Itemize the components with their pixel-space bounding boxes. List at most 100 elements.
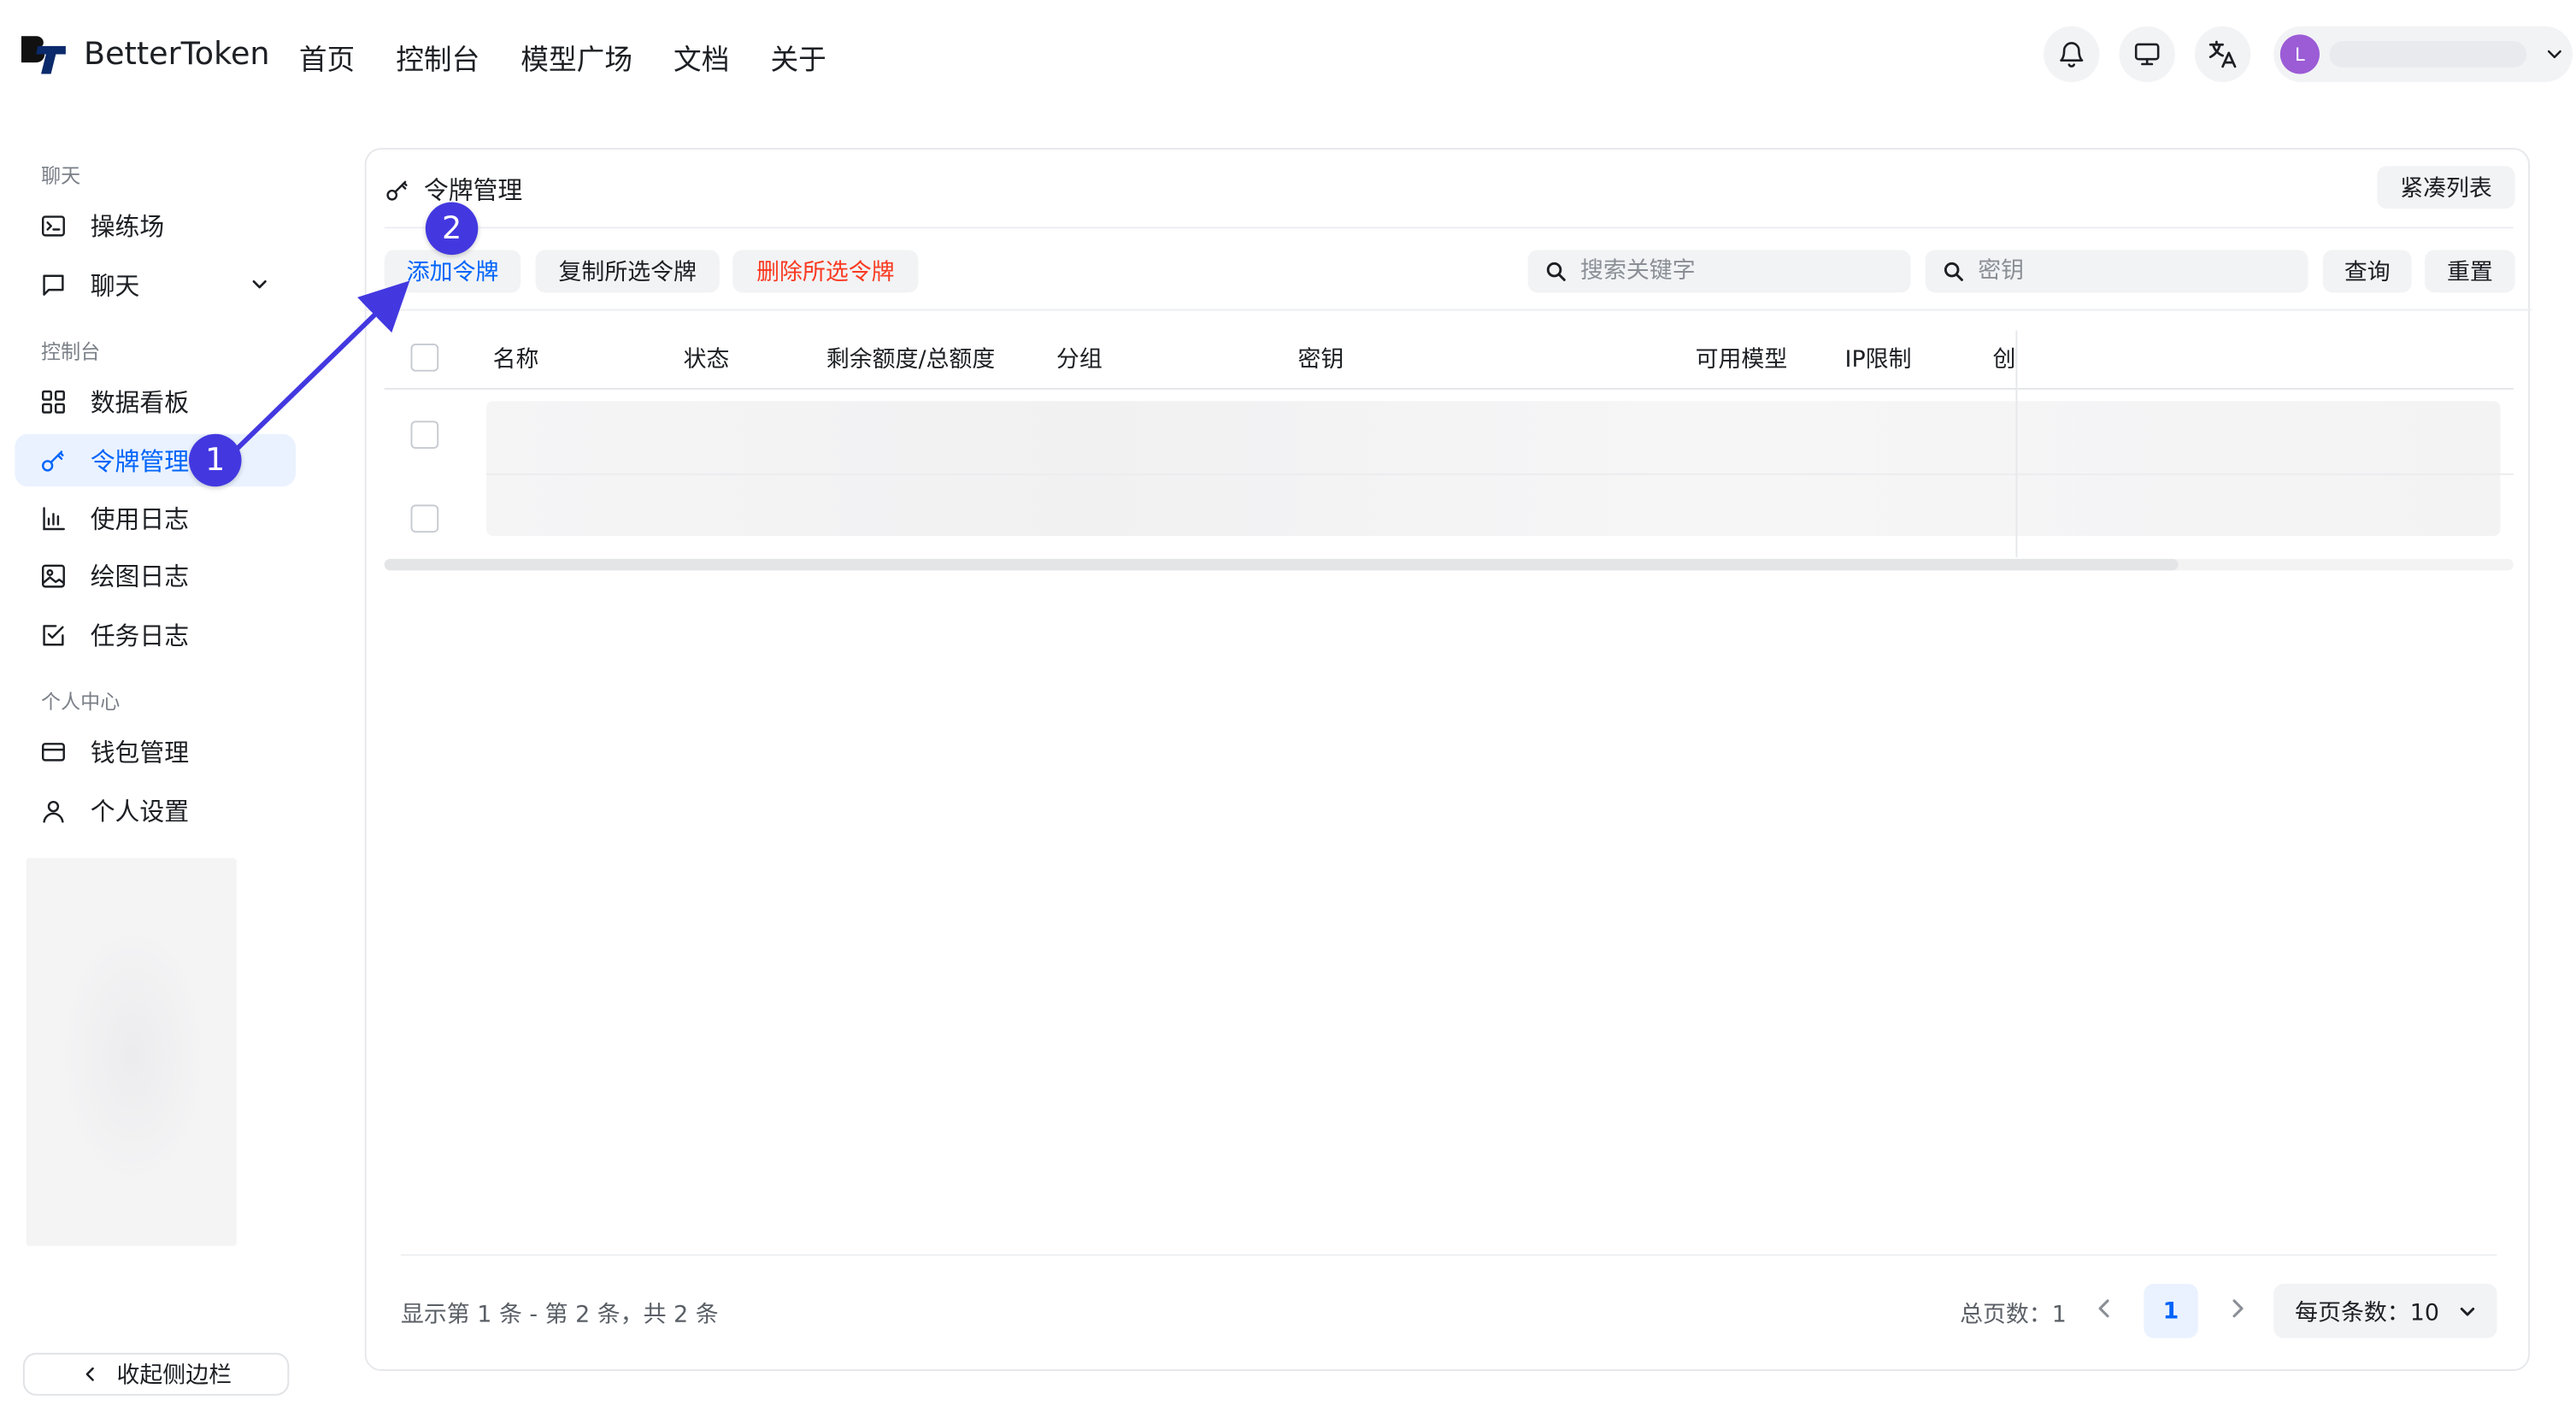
search-icon bbox=[1944, 262, 1963, 281]
nav-model-square[interactable]: 模型广场 bbox=[520, 36, 632, 77]
reset-button[interactable]: 重置 bbox=[2425, 250, 2515, 293]
collapse-sidebar-button[interactable]: 收起侧边栏 bbox=[22, 1352, 290, 1396]
task-icon bbox=[43, 625, 64, 646]
compact-list-button[interactable]: 紧凑列表 bbox=[2377, 166, 2515, 209]
sidebar-item-label: 绘图日志 bbox=[90, 561, 190, 591]
sidebar-item-task-log[interactable]: 任务日志 bbox=[15, 609, 296, 662]
fixed-column-divider bbox=[2015, 330, 2018, 557]
sidebar-item-chat[interactable]: 聊天 bbox=[15, 258, 296, 311]
sidebar-section-personal: 个人中心 bbox=[41, 690, 121, 714]
copy-selected-button[interactable]: 复制所选令牌 bbox=[535, 250, 720, 293]
sidebar-item-label: 令牌管理 bbox=[90, 446, 190, 476]
chevron-down-icon[interactable] bbox=[248, 273, 271, 296]
page-title: 令牌管理 bbox=[423, 175, 523, 206]
row-checkbox[interactable] bbox=[410, 421, 439, 450]
sidebar-item-settings[interactable]: 个人设置 bbox=[15, 784, 296, 837]
page-size-label: 每页条数：10 bbox=[2295, 1299, 2439, 1327]
divider bbox=[366, 309, 2532, 311]
monitor-icon bbox=[2134, 43, 2160, 66]
delete-selected-button[interactable]: 删除所选令牌 bbox=[732, 250, 919, 293]
sidebar-item-dashboard[interactable]: 数据看板 bbox=[15, 374, 296, 427]
nav-about[interactable]: 关于 bbox=[770, 36, 826, 77]
column-status[interactable]: 状态 bbox=[684, 342, 730, 374]
annotation-badge: 2 bbox=[425, 202, 479, 256]
chevron-left-icon bbox=[85, 1367, 94, 1381]
key-search-field[interactable] bbox=[1925, 250, 2308, 293]
avatar: L bbox=[2279, 34, 2320, 74]
sidebar-item-label: 操练场 bbox=[90, 211, 165, 241]
sidebar-item-token-management[interactable]: 令牌管理 bbox=[15, 433, 296, 487]
column-name[interactable]: 名称 bbox=[493, 342, 539, 374]
dashboard-icon bbox=[41, 390, 65, 414]
column-key[interactable]: 密钥 bbox=[1297, 342, 1344, 374]
sidebar-section-console: 控制台 bbox=[41, 340, 101, 364]
sidebar: 聊天 操练场 聊天 控制台 数据看板 令牌管理 使用日志 绘图日志 任务日志 个… bbox=[0, 109, 328, 1412]
pagination-info: 显示第 1 条 - 第 2 条，共 2 条 bbox=[400, 1302, 719, 1328]
scrollbar-thumb[interactable] bbox=[384, 558, 2179, 571]
language-button[interactable] bbox=[2194, 26, 2251, 83]
nav-docs[interactable]: 文档 bbox=[673, 36, 729, 77]
nav-home[interactable]: 首页 bbox=[299, 36, 355, 77]
key-icon bbox=[386, 179, 408, 200]
chevron-down-icon bbox=[2547, 50, 2561, 59]
sidebar-item-label: 任务日志 bbox=[90, 621, 190, 650]
username-redacted bbox=[2329, 41, 2527, 68]
page-size-select[interactable]: 每页条数：10 bbox=[2273, 1284, 2497, 1338]
column-group[interactable]: 分组 bbox=[1056, 342, 1103, 374]
notification-button[interactable] bbox=[2044, 26, 2100, 83]
column-created[interactable]: 创 bbox=[1993, 342, 2016, 374]
horizontal-scrollbar[interactable] bbox=[384, 558, 2514, 571]
top-header: BetterToken 首页 控制台 模型广场 文档 关于 L bbox=[0, 0, 2576, 109]
chevron-down-icon bbox=[2460, 1307, 2475, 1316]
sidebar-item-drawing-log[interactable]: 绘图日志 bbox=[15, 549, 296, 602]
page-1-button[interactable]: 1 bbox=[2144, 1284, 2198, 1338]
sidebar-item-usage-log[interactable]: 使用日志 bbox=[15, 491, 296, 544]
divider bbox=[400, 1254, 2497, 1256]
sidebar-item-label: 使用日志 bbox=[90, 503, 190, 534]
app-root: BetterToken 首页 控制台 模型广场 文档 关于 L 聊天 操练场 聊… bbox=[0, 0, 2576, 1412]
select-all-checkbox[interactable] bbox=[410, 343, 439, 372]
column-quota[interactable]: 剩余额度/总额度 bbox=[826, 342, 995, 374]
add-token-button[interactable]: 添加令牌 bbox=[384, 250, 521, 293]
bell-icon bbox=[2060, 42, 2084, 68]
column-models[interactable]: 可用模型 bbox=[1696, 342, 1788, 374]
sidebar-item-label: 数据看板 bbox=[90, 386, 190, 417]
keyword-search-input[interactable] bbox=[1580, 257, 1877, 285]
bar-chart-icon bbox=[43, 507, 65, 531]
sidebar-item-label: 聊天 bbox=[90, 270, 140, 300]
translate-icon bbox=[2208, 40, 2237, 68]
wallet-icon bbox=[41, 743, 65, 762]
sidebar-promo-image bbox=[26, 857, 237, 1246]
table-header: 名称 状态 剩余额度/总额度 分组 密钥 可用模型 IP限制 创 bbox=[384, 324, 2514, 390]
user-icon bbox=[43, 800, 64, 823]
sidebar-item-label: 钱包管理 bbox=[90, 737, 190, 768]
table-rows-redacted bbox=[485, 401, 2501, 536]
nav-console[interactable]: 控制台 bbox=[396, 36, 479, 77]
image-icon bbox=[41, 564, 65, 588]
collapse-sidebar-label: 收起侧边栏 bbox=[116, 1362, 232, 1390]
sidebar-item-wallet[interactable]: 钱包管理 bbox=[15, 725, 296, 778]
search-icon bbox=[1546, 262, 1566, 281]
next-page-icon[interactable] bbox=[2225, 1294, 2251, 1324]
total-pages: 总页数：1 bbox=[1960, 1302, 2067, 1328]
row-divider bbox=[485, 473, 2514, 475]
keyword-search-field[interactable] bbox=[1527, 250, 1911, 293]
key-icon bbox=[41, 450, 64, 472]
column-ip-limit[interactable]: IP限制 bbox=[1845, 342, 1912, 374]
user-menu[interactable]: L bbox=[2273, 26, 2573, 83]
row-checkbox[interactable] bbox=[410, 504, 439, 533]
divider bbox=[384, 227, 2514, 229]
theme-button[interactable] bbox=[2119, 26, 2175, 83]
terminal-icon bbox=[41, 215, 65, 237]
chat-icon bbox=[43, 274, 64, 296]
sidebar-item-playground[interactable]: 操练场 bbox=[15, 199, 296, 252]
annotation-badge: 1 bbox=[189, 433, 242, 487]
sidebar-section-chat: 聊天 bbox=[41, 164, 81, 188]
key-search-input[interactable] bbox=[1978, 257, 2274, 285]
brand-name[interactable]: BetterToken bbox=[84, 36, 270, 72]
top-nav: 首页 控制台 模型广场 文档 关于 bbox=[299, 36, 867, 77]
query-button[interactable]: 查询 bbox=[2322, 250, 2412, 293]
brand-logo-icon bbox=[21, 36, 66, 74]
token-management-card: 令牌管理 紧凑列表 添加令牌 复制所选令牌 删除所选令牌 查询 重置 名称 状态… bbox=[364, 148, 2532, 1371]
prev-page-icon[interactable] bbox=[2091, 1294, 2118, 1324]
